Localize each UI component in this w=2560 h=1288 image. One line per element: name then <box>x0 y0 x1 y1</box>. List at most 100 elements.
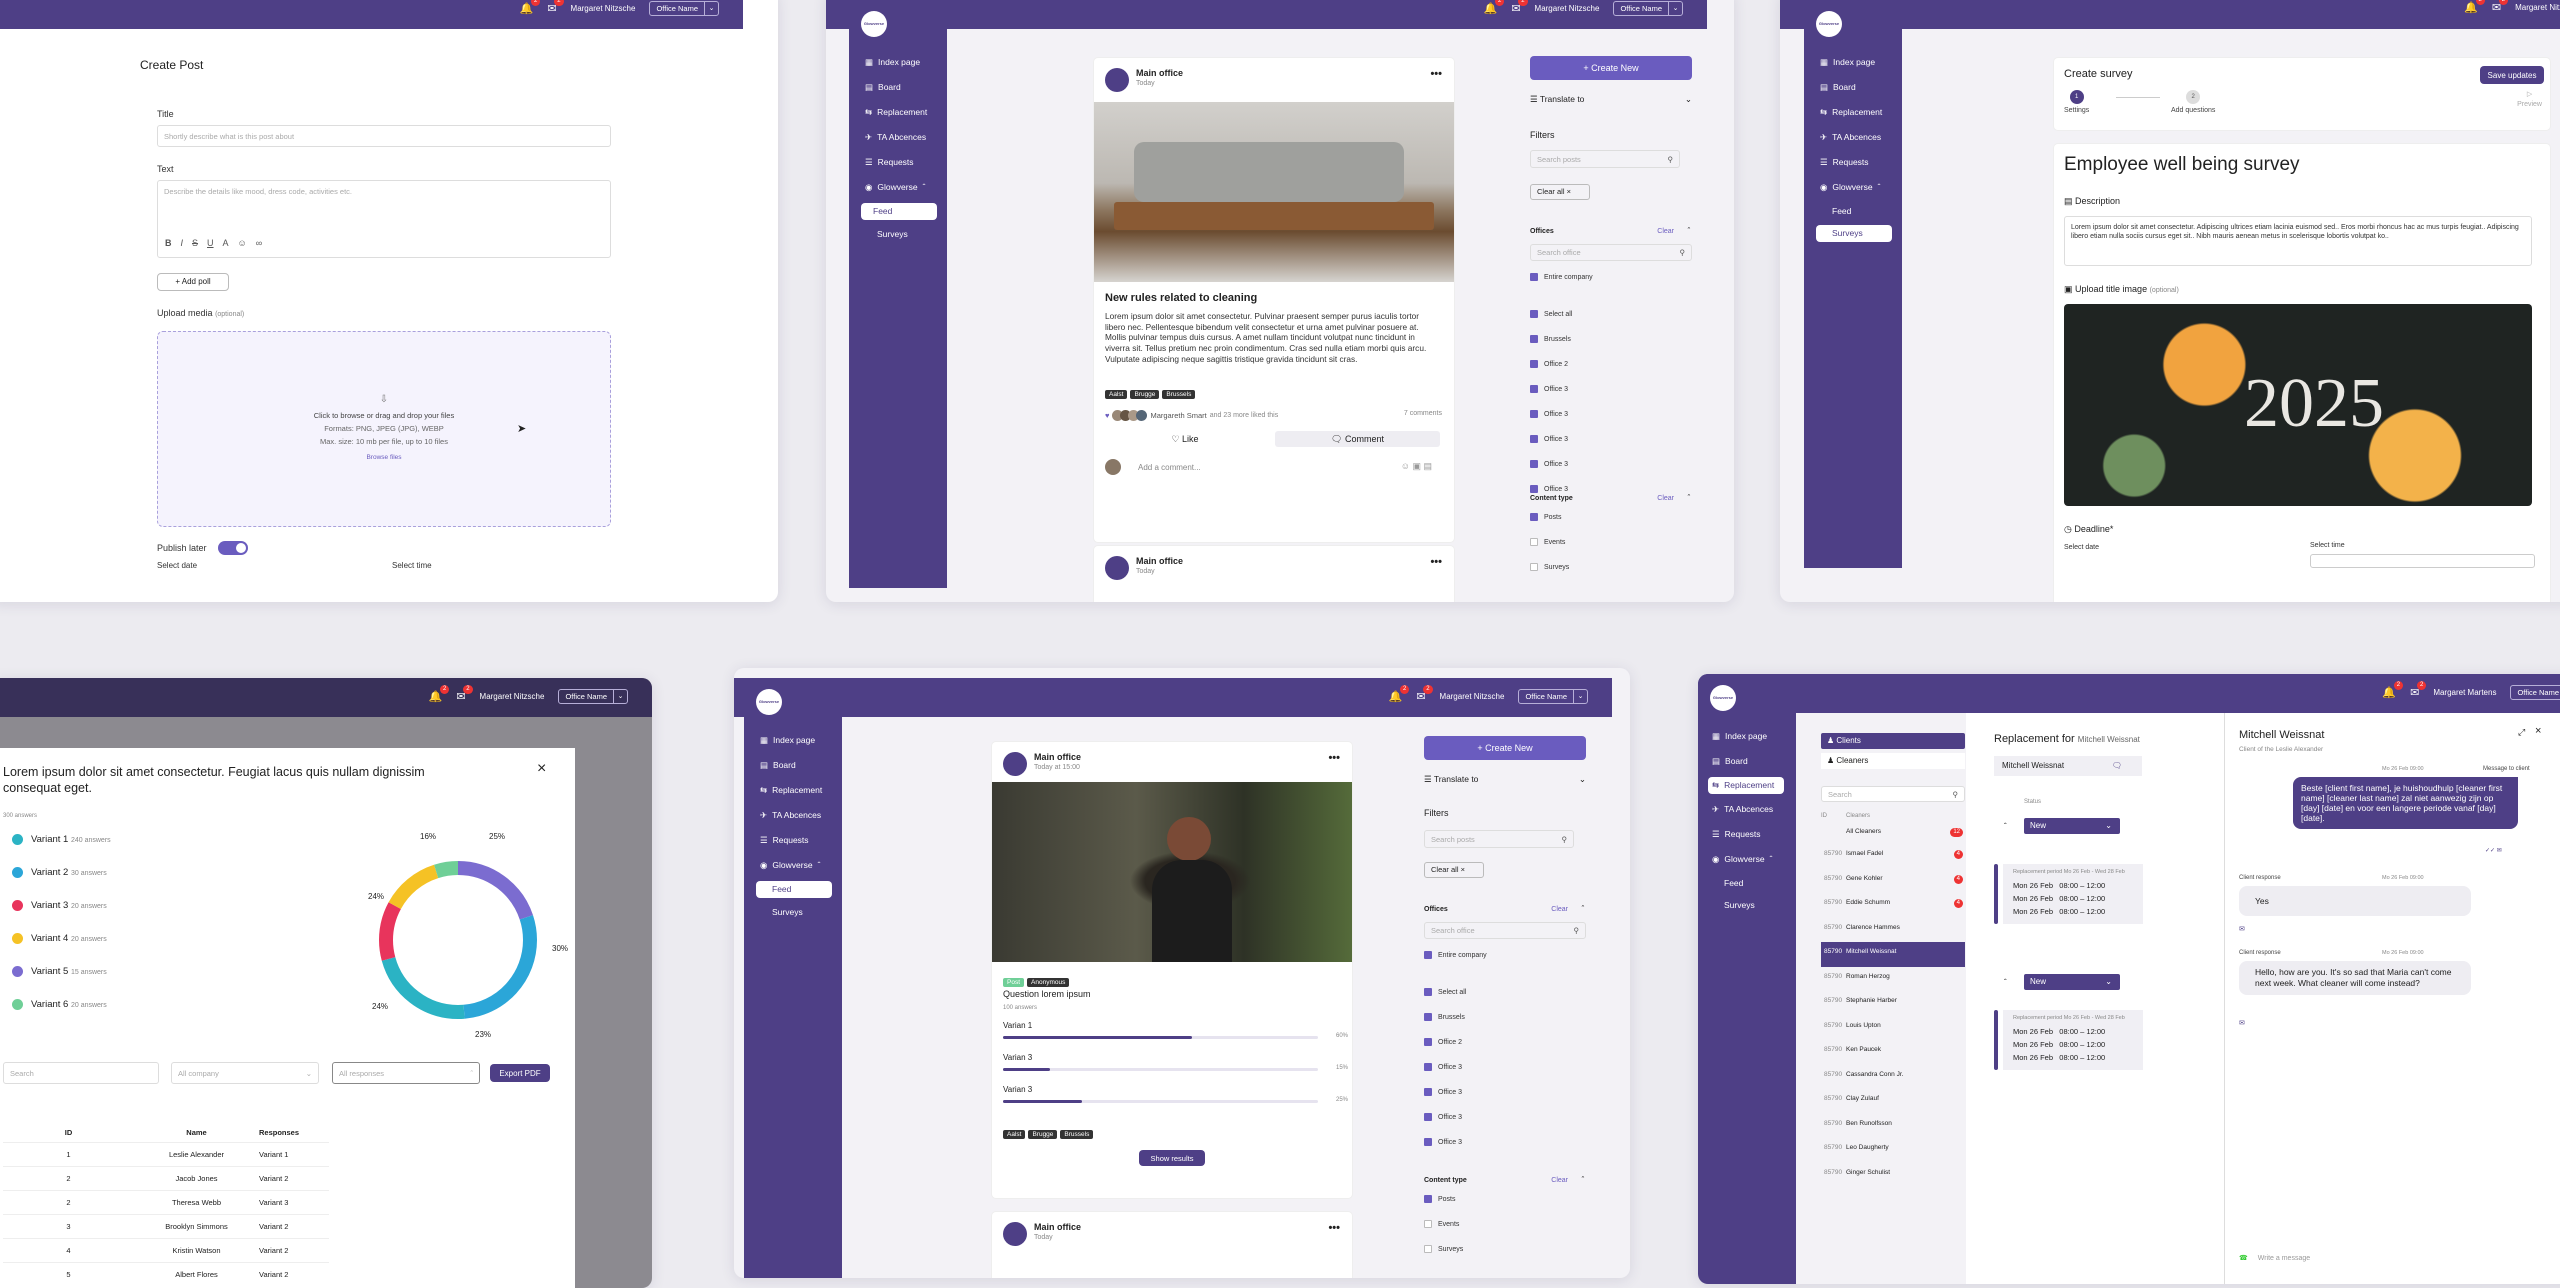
comment-tools-icon[interactable]: ☺ ▣ ▤ <box>1401 461 1432 472</box>
clients-tab[interactable]: ♟ Clients <box>1821 733 1965 749</box>
search-posts-input[interactable]: Search posts ⚲ <box>1530 150 1680 168</box>
filter-posts[interactable]: Posts <box>1530 505 1692 530</box>
office-select[interactable]: Office Name⌄ <box>558 689 628 704</box>
bell-icon[interactable]: 🔔 2 <box>2464 0 2485 14</box>
clear-link[interactable]: Clear <box>1657 495 1674 502</box>
cleaner-row[interactable]: 85790 Mitchell Weissnat <box>1821 942 1965 967</box>
more-icon[interactable]: ••• <box>1328 752 1340 764</box>
filter-office[interactable]: Office 3 <box>1530 427 1692 452</box>
table-row[interactable]: 1 Leslie Alexander Variant 1 <box>3 1142 329 1166</box>
nav-feed[interactable]: Feed <box>861 203 937 220</box>
responses-select[interactable]: All responses ˆ <box>332 1062 480 1084</box>
mail-icon[interactable]: ✉ 2 <box>1416 685 1433 703</box>
step-2[interactable]: 2 Add questions <box>2171 90 2215 114</box>
filter-entire-company[interactable]: Entire company <box>1424 943 1586 968</box>
nav-ta[interactable]: ✈ TA Abcences <box>756 803 832 828</box>
mail-icon[interactable]: ✉ 2 <box>547 0 564 15</box>
strike-icon[interactable]: S <box>192 238 198 248</box>
nav-ta[interactable]: ✈ TA Abcences <box>1816 125 1892 150</box>
bell-icon[interactable]: 🔔 2 <box>2382 681 2404 699</box>
chevron-up-icon[interactable]: ˆ <box>1582 1177 1584 1184</box>
filter-office[interactable]: Office 3 <box>1530 452 1692 477</box>
nav-requests[interactable]: ☰ Requests <box>1816 150 1892 175</box>
table-row[interactable]: 4 Kristin Watson Variant 2 <box>3 1238 329 1262</box>
cleaner-row[interactable]: 85790 Cassandra Conn Jr. <box>1821 1065 1965 1090</box>
user-name[interactable]: Margaret Nitzsche <box>1535 4 1600 13</box>
create-new-button[interactable]: + Create New <box>1424 736 1586 760</box>
nav-ta[interactable]: ✈ TA Abcences <box>861 125 937 150</box>
table-row[interactable]: 2 Theresa Webb Variant 3 <box>3 1190 329 1214</box>
filter-office[interactable]: Office 3 <box>1424 1080 1586 1105</box>
nav-surveys[interactable]: Surveys <box>861 223 937 245</box>
nav-board[interactable]: ▤ Board <box>861 75 937 100</box>
cleaner-row[interactable]: 85790 Clay Zulauf <box>1821 1089 1965 1114</box>
user-name[interactable]: Margaret Nitzsche <box>480 692 545 701</box>
search-office-input[interactable]: Search office ⚲ <box>1530 244 1692 261</box>
clear-link[interactable]: Clear <box>1657 228 1674 235</box>
nav-index[interactable]: ▦ Index page <box>1708 724 1784 749</box>
more-icon[interactable]: ••• <box>1430 556 1442 568</box>
filter-brussels[interactable]: Brussels <box>1530 327 1692 352</box>
search-input[interactable]: Search ⚲ <box>1821 786 1965 802</box>
office-select[interactable]: Office Name⌄ <box>2510 685 2560 700</box>
translate-row[interactable]: ☰ Translate to ⌄ <box>1530 94 1692 105</box>
nav-board[interactable]: ▤ Board <box>756 753 832 778</box>
filter-office[interactable]: Office 2 <box>1530 352 1692 377</box>
filter-office[interactable]: Office 2 <box>1424 1030 1586 1055</box>
nav-index[interactable]: ▦ Index page <box>1816 50 1892 75</box>
nav-glowverse[interactable]: ◉ Glowverse ˆ <box>756 853 832 878</box>
more-icon[interactable]: ••• <box>1328 1222 1340 1234</box>
tag[interactable]: Aalst <box>1003 1130 1026 1139</box>
cleaner-row[interactable]: 85790 Gene Kohler 4 <box>1821 869 1965 894</box>
chevron-up-icon[interactable]: ˆ <box>1688 228 1690 235</box>
more-icon[interactable]: ••• <box>1430 68 1442 80</box>
chat-icon[interactable]: 🗨 <box>2112 756 2122 776</box>
tag[interactable]: Brugge <box>1130 390 1160 399</box>
step-1[interactable]: 1 Settings <box>2064 90 2089 114</box>
cleaner-row[interactable]: 85790 Stephanie Harber <box>1821 991 1965 1016</box>
user-name[interactable]: Margaret Nitzsche <box>2515 3 2560 12</box>
comments-count[interactable]: 7 comments <box>1404 410 1442 417</box>
nav-replacement[interactable]: ⇆ Replacement <box>1816 100 1892 125</box>
filter-office[interactable]: Office 3 <box>1424 1055 1586 1080</box>
export-pdf-button[interactable]: Export PDF <box>490 1064 550 1082</box>
comment-button[interactable]: 🗨 Comment <box>1275 431 1440 447</box>
nav-glowverse[interactable]: ◉ Glowverse ˆ <box>861 175 937 200</box>
search-input[interactable]: Search <box>3 1062 159 1084</box>
user-name[interactable]: Margaret Nitzsche <box>571 4 636 13</box>
nav-requests[interactable]: ☰ Requests <box>756 828 832 853</box>
chevron-up-icon[interactable]: ˆ <box>1582 906 1584 913</box>
tag[interactable]: Brugge <box>1028 1130 1058 1139</box>
poll-option[interactable]: Varian 1 60% <box>1003 1021 1348 1053</box>
publish-later-toggle[interactable] <box>218 541 248 555</box>
italic-icon[interactable]: I <box>181 238 184 248</box>
nav-surveys[interactable]: Surveys <box>756 901 832 923</box>
nav-feed[interactable]: Feed <box>1816 200 1892 222</box>
cleaner-row[interactable]: 85790 Clarence Hammes <box>1821 918 1965 943</box>
user-name[interactable]: Margaret Martens <box>2433 688 2496 697</box>
save-updates-button[interactable]: Save updates <box>2480 66 2544 84</box>
clear-link[interactable]: Clear <box>1551 1177 1568 1184</box>
comment-input[interactable]: Add a comment... <box>1138 463 1201 472</box>
color-icon[interactable]: A <box>223 238 229 248</box>
chevron-up-icon[interactable]: ˆ <box>1688 495 1690 502</box>
status-select[interactable]: New ⌄ <box>2024 818 2120 834</box>
nav-requests[interactable]: ☰ Requests <box>861 150 937 175</box>
bell-icon[interactable]: 🔔 2 <box>1484 0 1505 15</box>
clear-all-chip[interactable]: Clear all × <box>1530 184 1590 200</box>
nav-board[interactable]: ▤ Board <box>1816 75 1892 100</box>
description-text[interactable]: Lorem ipsum dolor sit amet consectetur. … <box>2064 216 2532 266</box>
filter-office[interactable]: Office 3 <box>1530 402 1692 427</box>
nav-glowverse[interactable]: ◉ Glowverse ˆ <box>1816 175 1892 200</box>
filter-select-all[interactable]: Select all <box>1530 302 1692 327</box>
all-cleaners-row[interactable]: All Cleaners 12 <box>1821 822 1965 842</box>
nav-glowverse[interactable]: ◉ Glowverse ˆ <box>1708 847 1784 872</box>
nav-replacement[interactable]: ⇆ Replacement <box>861 100 937 125</box>
cleaners-tab[interactable]: ♟ Cleaners <box>1821 753 1965 769</box>
bell-icon[interactable]: 🔔 2 <box>520 0 541 15</box>
office-select[interactable]: Office Name⌄ <box>1613 1 1683 16</box>
nav-surveys[interactable]: Surveys <box>1708 894 1784 916</box>
nav-ta[interactable]: ✈ TA Abcences <box>1708 797 1784 822</box>
clear-all-chip[interactable]: Clear all × <box>1424 862 1484 878</box>
cleaner-row[interactable]: 85790 Louis Upton <box>1821 1016 1965 1041</box>
